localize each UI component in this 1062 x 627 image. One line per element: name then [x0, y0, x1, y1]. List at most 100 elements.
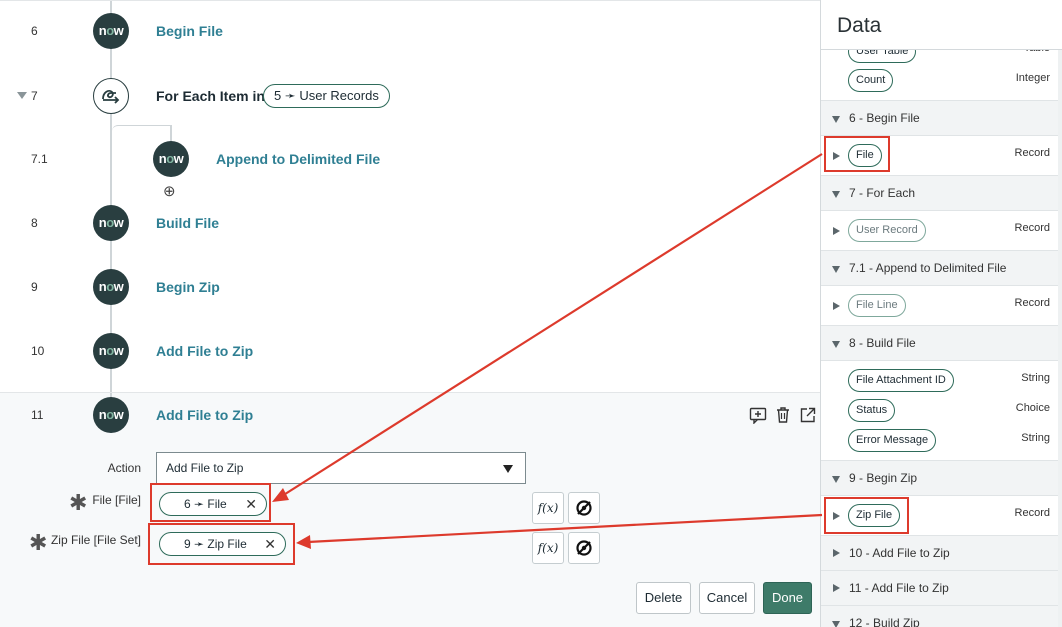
required-icon: ✱	[29, 530, 48, 555]
data-pill-error-message[interactable]: Error Message	[848, 429, 937, 452]
annotation-highlight-file-pill	[824, 136, 890, 172]
flow-designer: 6 now Begin File 7 For Each Item in 5 ➛ …	[0, 0, 820, 627]
data-pill-picker-icon	[576, 500, 592, 516]
action-select-value: Add File to Zip	[166, 461, 244, 475]
expanded-caret-icon	[832, 266, 840, 273]
flow-step-9[interactable]: 9 now Begin Zip	[0, 267, 820, 307]
divider	[821, 49, 1062, 50]
now-logo-icon: now	[93, 269, 129, 305]
step-number: 9	[31, 280, 38, 294]
data-section-8[interactable]: 8 - Build File	[821, 325, 1062, 361]
data-section-12[interactable]: 12 - Build Zip	[821, 605, 1062, 627]
data-type: Record	[1014, 507, 1050, 519]
data-section-9[interactable]: 9 - Begin Zip	[821, 460, 1062, 496]
data-section-11[interactable]: 11 - Add File to Zip	[821, 570, 1062, 606]
collapsed-caret-icon	[833, 584, 840, 592]
section-label: 8 - Build File	[849, 336, 916, 350]
step-title[interactable]: Add File to Zip	[156, 331, 253, 371]
data-type: Integer	[1015, 72, 1050, 84]
section-label: 9 - Begin Zip	[849, 471, 918, 485]
expanded-caret-icon	[832, 191, 840, 198]
flow-step-10[interactable]: 10 now Add File to Zip	[0, 331, 820, 371]
zip-file-field-label: Zip File [File Set]	[50, 533, 141, 547]
annotation-highlight-zip-file	[148, 523, 295, 565]
step-number: 10	[31, 344, 45, 358]
done-button[interactable]: Done	[763, 582, 812, 614]
data-pill-count[interactable]: Count	[848, 69, 894, 92]
data-type: String	[1021, 432, 1050, 444]
section-label: 6 - Begin File	[849, 111, 920, 125]
delete-button[interactable]: Delete	[636, 582, 691, 614]
data-type: Record	[1014, 147, 1050, 159]
data-picker-button[interactable]	[568, 492, 600, 524]
data-section-10[interactable]: 10 - Add File to Zip	[821, 535, 1062, 571]
flow-step-7-1[interactable]: 7.1 now Append to Delimited File	[0, 139, 820, 179]
flow-step-6[interactable]: 6 now Begin File	[0, 11, 820, 51]
data-panel: Data User Table Table Count Integer 6 - …	[820, 0, 1062, 627]
section-label: 12 - Build Zip	[849, 616, 920, 627]
clip-mask	[821, 34, 1062, 50]
section-label: 11 - Add File to Zip	[849, 581, 949, 595]
data-pill-user-record[interactable]: User Record	[848, 219, 926, 242]
scrollbar[interactable]	[1058, 50, 1062, 627]
annotation-highlight-file	[150, 483, 271, 522]
file-field-label: File [File]	[92, 493, 141, 507]
chevron-down-icon	[503, 465, 513, 473]
action-select[interactable]: Add File to Zip	[156, 452, 526, 484]
required-icon: ✱	[69, 490, 88, 515]
step-title[interactable]: Append to Delimited File	[216, 139, 380, 179]
expand-caret-icon[interactable]	[833, 302, 840, 310]
step-title[interactable]: For Each Item in	[156, 76, 265, 116]
expanded-caret-icon	[832, 476, 840, 483]
now-logo-icon: now	[93, 205, 129, 241]
now-logo-icon: now	[93, 397, 129, 433]
data-section-7[interactable]: 7 - For Each	[821, 175, 1062, 211]
trash-icon[interactable]	[774, 406, 792, 424]
data-section-7-1[interactable]: 7.1 - Append to Delimited File	[821, 250, 1062, 286]
add-comment-icon[interactable]	[749, 406, 767, 424]
annotation-highlight-zip-file-pill	[824, 497, 909, 534]
now-logo-icon: now	[93, 13, 129, 49]
step-number: 6	[31, 24, 38, 38]
section-label: 10 - Add File to Zip	[849, 546, 950, 560]
expanded-caret-icon	[832, 341, 840, 348]
now-logo-icon: now	[153, 141, 189, 177]
collapsed-caret-icon	[833, 549, 840, 557]
flow-step-7[interactable]: 7 For Each Item in 5 ➛ User Records	[0, 76, 820, 116]
loop-icon	[93, 78, 129, 114]
expanded-caret-icon	[832, 116, 840, 123]
section-label: 7.1 - Append to Delimited File	[849, 261, 1007, 275]
data-picker-button[interactable]	[568, 532, 600, 564]
now-logo-icon: now	[93, 333, 129, 369]
data-type: Record	[1014, 297, 1050, 309]
flow-step-8[interactable]: 8 now Build File	[0, 203, 820, 243]
data-type: Choice	[1015, 402, 1050, 414]
cancel-button[interactable]: Cancel	[699, 582, 755, 614]
fx-script-button[interactable]: f(x)	[532, 532, 564, 564]
step-title[interactable]: Begin File	[156, 11, 223, 51]
step-title[interactable]: Build File	[156, 203, 219, 243]
step-title[interactable]: Add File to Zip	[156, 395, 253, 435]
data-pill-file-attachment-id[interactable]: File Attachment ID	[848, 369, 954, 392]
step-title[interactable]: Begin Zip	[156, 267, 220, 307]
step-number: 8	[31, 216, 38, 230]
collapse-caret-icon[interactable]	[17, 92, 27, 99]
section-label: 7 - For Each	[849, 186, 916, 200]
add-step-icon[interactable]: ⊕	[163, 183, 176, 201]
step-number: 7.1	[31, 152, 48, 166]
expanded-caret-icon	[832, 621, 840, 627]
expand-caret-icon[interactable]	[833, 227, 840, 235]
fx-script-button[interactable]: f(x)	[532, 492, 564, 524]
step-number: 11	[31, 408, 44, 422]
data-type: String	[1021, 372, 1050, 384]
data-pill-status[interactable]: Status	[848, 399, 896, 422]
data-pill-picker-icon	[576, 540, 592, 556]
action-label: Action	[107, 461, 141, 475]
data-section-6[interactable]: 6 - Begin File	[821, 100, 1062, 136]
data-type: Record	[1014, 222, 1050, 234]
step-number: 7	[31, 89, 38, 103]
data-pill-file-line[interactable]: File Line	[848, 294, 906, 317]
flow-step-11[interactable]: 11 now Add File to Zip	[0, 395, 820, 435]
user-records-pill[interactable]: 5 ➛ User Records	[263, 84, 390, 108]
open-external-icon[interactable]	[799, 406, 817, 424]
